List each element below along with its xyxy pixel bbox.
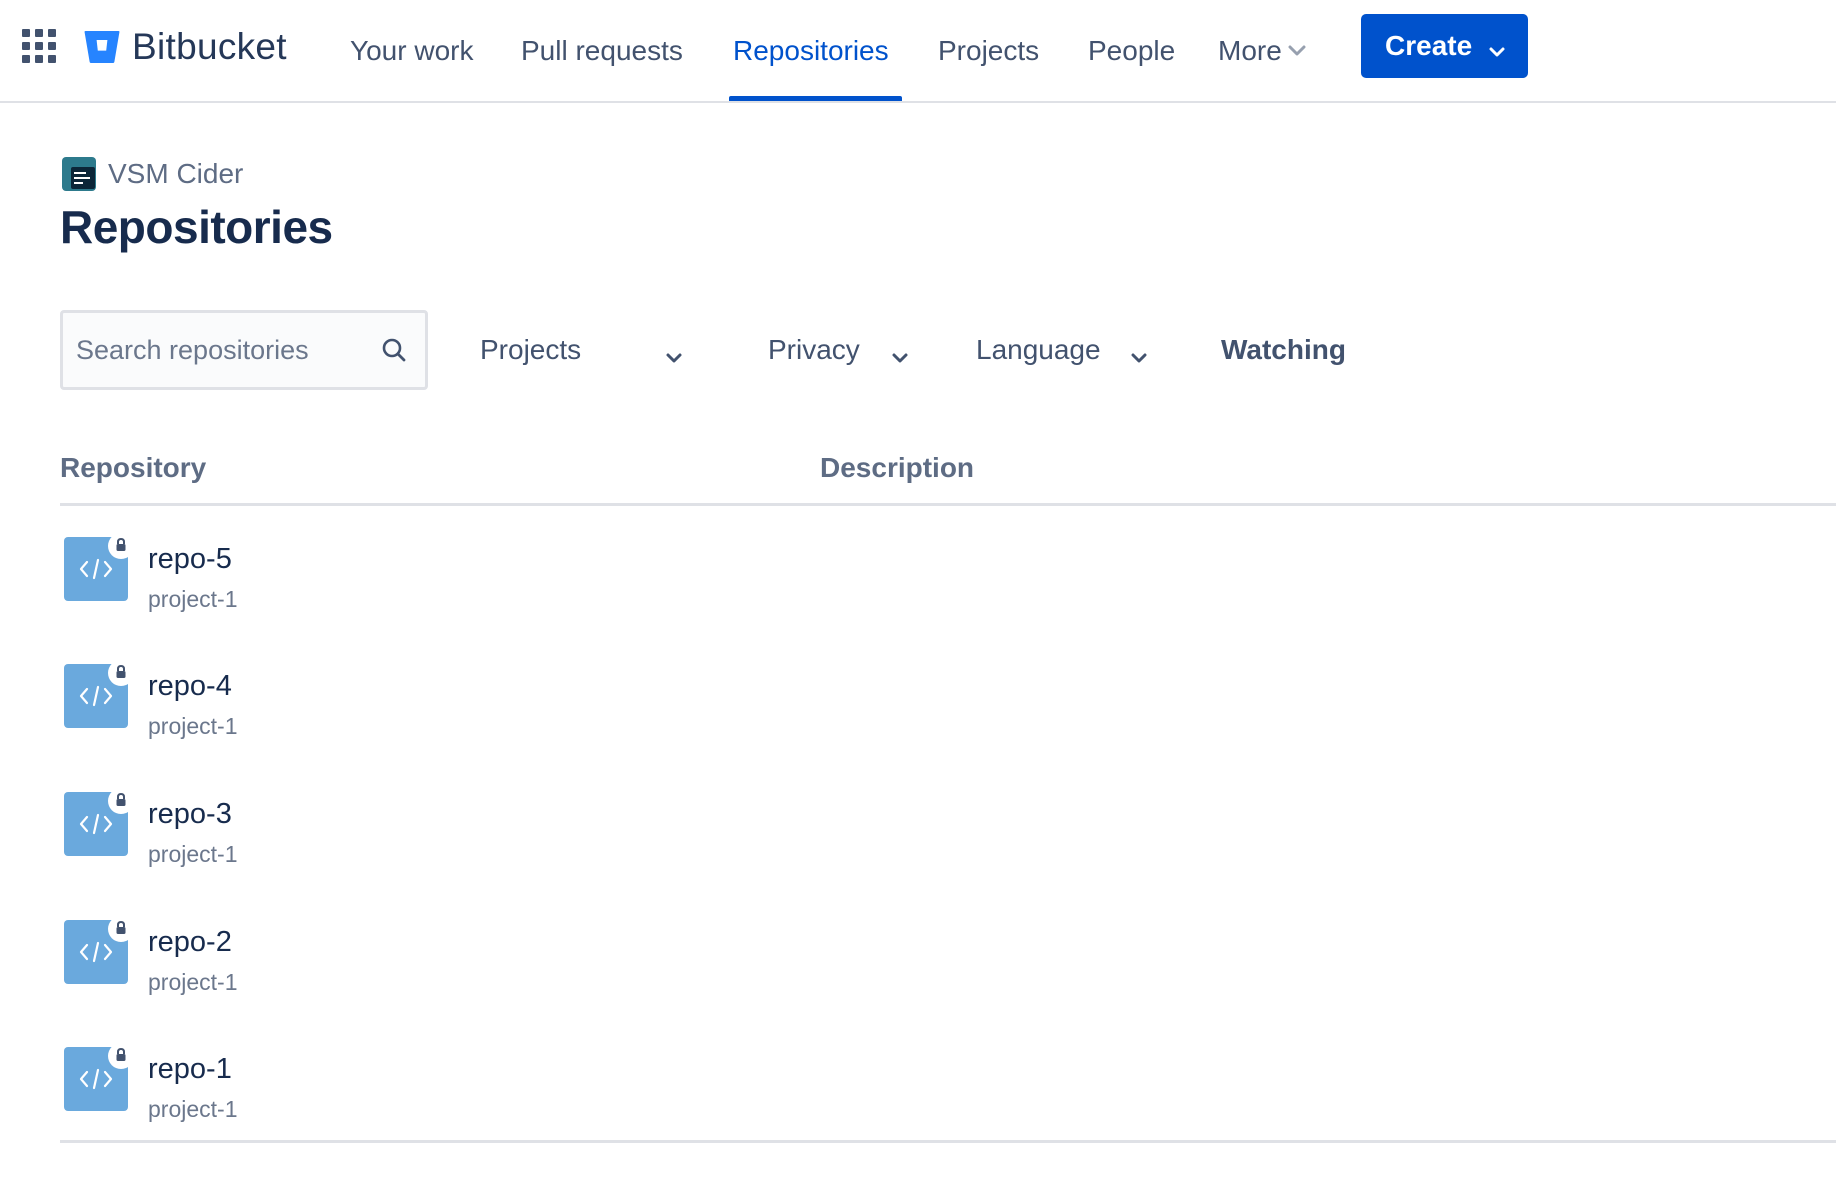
nav-more[interactable]: More bbox=[1214, 0, 1310, 101]
privacy-filter-dropdown[interactable]: Privacy bbox=[768, 330, 918, 370]
language-filter-dropdown[interactable]: Language bbox=[976, 330, 1158, 370]
nav-pull-requests[interactable]: Pull requests bbox=[517, 0, 687, 101]
repository-avatar bbox=[64, 788, 134, 856]
watching-filter-label: Watching bbox=[1221, 334, 1346, 365]
chevron-down-icon bbox=[891, 342, 909, 374]
bitbucket-logo[interactable]: Bitbucket bbox=[84, 24, 287, 70]
nav-people[interactable]: People bbox=[1084, 0, 1179, 101]
repository-name-link[interactable]: repo-3 bbox=[148, 798, 232, 831]
workspace-name: VSM Cider bbox=[108, 158, 244, 189]
chevron-down-icon bbox=[1288, 45, 1306, 57]
watching-filter-toggle[interactable]: Watching bbox=[1221, 330, 1346, 370]
repository-project: project-1 bbox=[148, 969, 238, 995]
search-icon[interactable] bbox=[381, 337, 407, 368]
lock-icon bbox=[108, 788, 134, 814]
table-row[interactable]: repo-3 project-1 bbox=[60, 765, 1836, 893]
create-button-label: Create bbox=[1385, 30, 1473, 61]
repository-project: project-1 bbox=[148, 713, 238, 739]
code-icon bbox=[79, 813, 113, 835]
code-icon bbox=[79, 941, 113, 963]
table-row[interactable]: repo-4 project-1 bbox=[60, 637, 1836, 765]
nav-pull-requests-label: Pull requests bbox=[521, 34, 683, 66]
repository-name-link[interactable]: repo-4 bbox=[148, 670, 232, 703]
nav-projects-label: Projects bbox=[938, 34, 1040, 66]
privacy-filter-label: Privacy bbox=[768, 334, 860, 365]
repository-name-link[interactable]: repo-2 bbox=[148, 926, 232, 959]
search-input[interactable] bbox=[63, 313, 363, 387]
nav-more-label: More bbox=[1218, 34, 1282, 66]
nav-your-work-label: Your work bbox=[350, 34, 474, 66]
repository-table-header: Repository Description bbox=[60, 444, 1836, 506]
repository-avatar bbox=[64, 916, 134, 984]
lock-icon bbox=[108, 1043, 134, 1069]
page-title: Repositories bbox=[60, 201, 333, 253]
create-button[interactable]: Create bbox=[1361, 14, 1528, 78]
repository-project: project-1 bbox=[148, 841, 238, 867]
logo-text: Bitbucket bbox=[132, 26, 287, 67]
lock-icon bbox=[108, 660, 134, 686]
chevron-down-icon bbox=[1488, 36, 1506, 68]
lock-icon bbox=[108, 533, 134, 559]
repository-avatar bbox=[64, 533, 134, 601]
search-field[interactable] bbox=[60, 310, 428, 390]
table-row[interactable]: repo-1 project-1 bbox=[60, 1020, 1836, 1148]
chevron-down-icon bbox=[665, 342, 683, 374]
chevron-down-icon bbox=[1130, 342, 1148, 374]
code-icon bbox=[79, 685, 113, 707]
column-header-description[interactable]: Description bbox=[820, 452, 974, 484]
app-switcher-grid-icon[interactable] bbox=[22, 29, 56, 63]
breadcrumb-workspace[interactable]: VSM Cider bbox=[62, 156, 243, 192]
table-row[interactable]: repo-5 project-1 bbox=[60, 510, 1836, 638]
repository-avatar bbox=[64, 1043, 134, 1111]
repository-project: project-1 bbox=[148, 1096, 238, 1122]
language-filter-label: Language bbox=[976, 334, 1101, 365]
repository-name-link[interactable]: repo-5 bbox=[148, 543, 232, 576]
table-row[interactable]: repo-2 project-1 bbox=[60, 893, 1836, 1021]
repository-name-link[interactable]: repo-1 bbox=[148, 1053, 232, 1086]
projects-filter-label: Projects bbox=[480, 334, 582, 365]
nav-repositories-label: Repositories bbox=[733, 34, 889, 66]
workspace-avatar bbox=[62, 157, 96, 191]
repository-avatar bbox=[64, 660, 134, 728]
nav-people-label: People bbox=[1088, 34, 1176, 66]
nav-projects[interactable]: Projects bbox=[934, 0, 1043, 101]
top-navigation: Bitbucket Your work Pull requests Reposi… bbox=[0, 0, 1836, 103]
lock-icon bbox=[108, 916, 134, 942]
code-icon bbox=[79, 1068, 113, 1090]
nav-your-work[interactable]: Your work bbox=[346, 0, 477, 101]
projects-filter-dropdown[interactable]: Projects bbox=[480, 330, 690, 370]
bitbucket-logo-icon bbox=[84, 31, 120, 63]
table-divider bbox=[60, 1140, 1836, 1143]
code-icon bbox=[79, 558, 113, 580]
column-header-repository[interactable]: Repository bbox=[60, 452, 206, 484]
nav-repositories[interactable]: Repositories bbox=[729, 0, 902, 101]
repository-project: project-1 bbox=[148, 586, 238, 612]
